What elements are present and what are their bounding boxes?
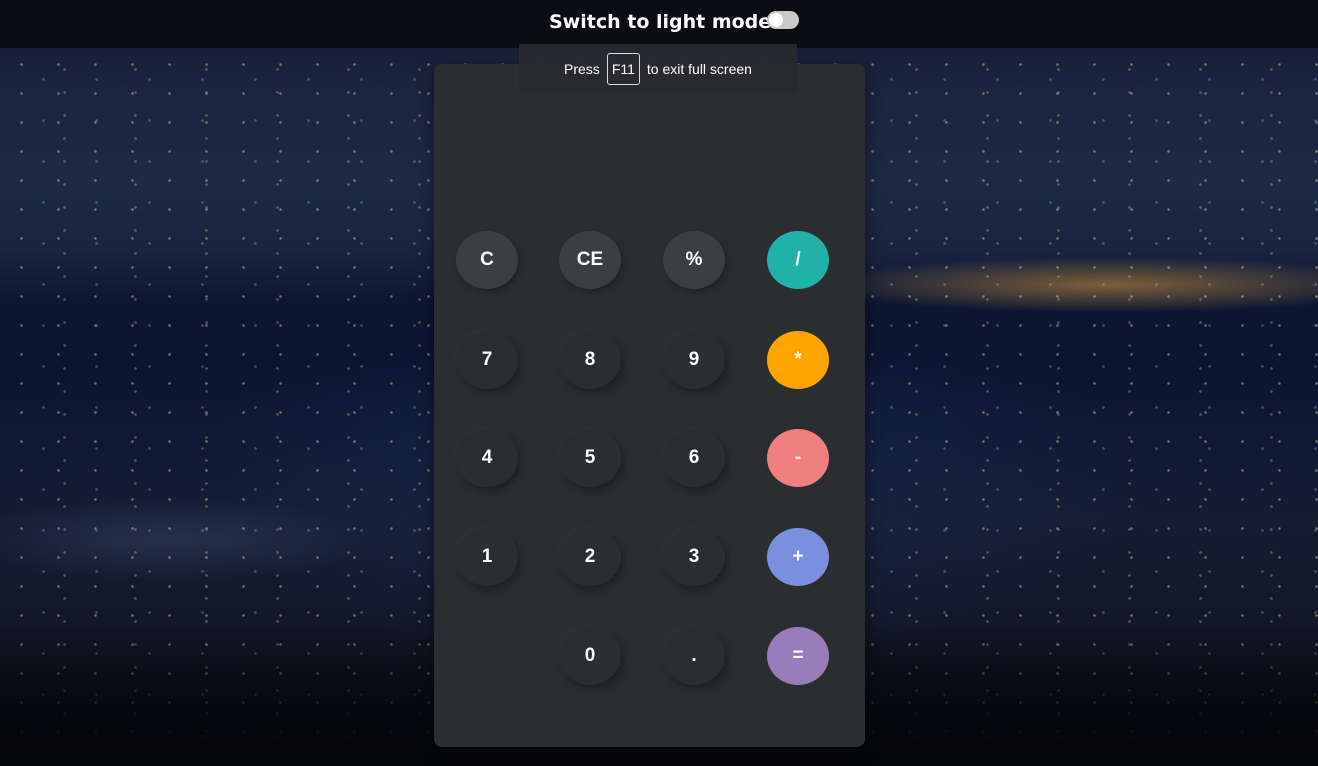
multiply-button[interactable]: * — [767, 331, 829, 389]
calculator: C CE % / 7 8 9 * 4 5 6 - 1 2 3 + 0 . = — [434, 64, 865, 747]
fullscreen-notice: Press F11 to exit full screen — [519, 44, 797, 93]
toggle-knob — [769, 13, 783, 27]
digit-7-button[interactable]: 7 — [456, 331, 518, 389]
equals-button[interactable]: = — [767, 627, 829, 685]
clear-button[interactable]: C — [456, 231, 518, 289]
digit-8-button[interactable]: 8 — [559, 331, 621, 389]
digit-2-button[interactable]: 2 — [559, 528, 621, 586]
digit-6-button[interactable]: 6 — [663, 429, 725, 487]
fullscreen-notice-suffix: to exit full screen — [646, 60, 752, 77]
digit-9-button[interactable]: 9 — [663, 331, 725, 389]
digit-4-button[interactable]: 4 — [456, 429, 518, 487]
fullscreen-notice-prefix: Press — [564, 60, 600, 77]
calculator-display — [456, 84, 843, 214]
digit-1-button[interactable]: 1 — [456, 528, 518, 586]
divide-button[interactable]: / — [767, 231, 829, 289]
digit-3-button[interactable]: 3 — [663, 528, 725, 586]
clear-entry-button[interactable]: CE — [559, 231, 621, 289]
add-button[interactable]: + — [767, 528, 829, 586]
f11-key-badge: F11 — [606, 52, 640, 85]
digit-0-button[interactable]: 0 — [559, 627, 621, 685]
percent-button[interactable]: % — [663, 231, 725, 289]
decimal-button[interactable]: . — [663, 627, 725, 685]
theme-toggle-switch[interactable] — [767, 11, 799, 29]
top-bar: Switch to light mode — [0, 0, 1318, 48]
digit-5-button[interactable]: 5 — [559, 429, 621, 487]
subtract-button[interactable]: - — [767, 429, 829, 487]
theme-toggle-label: Switch to light mode — [549, 11, 772, 33]
